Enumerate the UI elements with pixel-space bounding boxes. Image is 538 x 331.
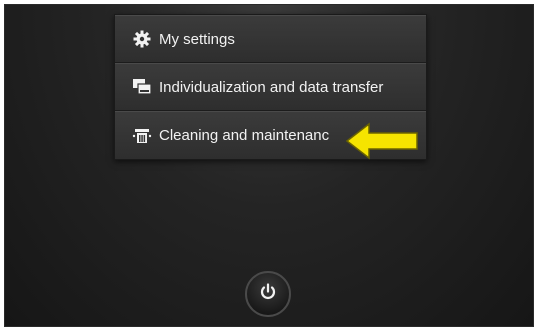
gear-icon	[131, 29, 153, 49]
menu-item-label: My settings	[159, 30, 235, 48]
menu-item-individualization[interactable]: Individualization and data transfer	[115, 63, 426, 111]
menu-item-label: Individualization and data transfer	[159, 78, 384, 96]
data-transfer-icon	[131, 77, 153, 97]
cleaning-icon	[131, 126, 153, 146]
arrow-left-icon	[345, 122, 421, 165]
menu-item-my-settings[interactable]: My settings	[115, 15, 426, 63]
menu-item-label: Cleaning and maintenanc	[159, 127, 330, 144]
power-icon	[259, 282, 277, 306]
power-button[interactable]	[245, 271, 291, 317]
device-screen: My settings Individualization and data t…	[4, 4, 534, 327]
